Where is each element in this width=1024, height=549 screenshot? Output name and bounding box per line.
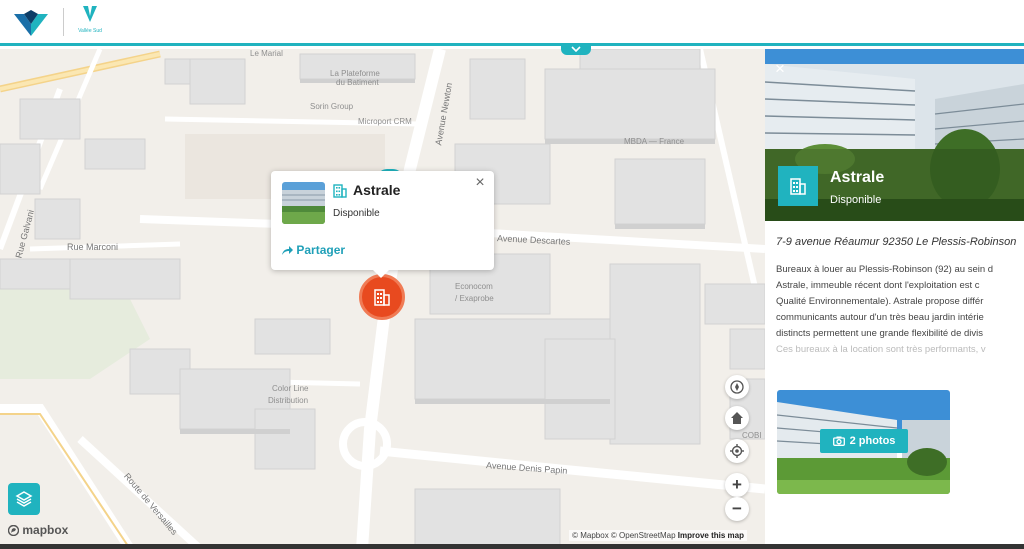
label-le-marial: Le Marial [250,49,283,58]
mapbox-mark-icon [7,525,20,537]
label-plateforme: La Plateforme [330,69,380,78]
building-icon [790,178,806,195]
description-line: communicants autour d'un très beau jardi… [776,312,984,323]
description-line: Qualité Environnementale). Astrale propo… [776,296,984,307]
hero-image: × Astrale Disponible [765,49,1024,221]
home-button[interactable] [725,406,749,430]
bottom-scrollbar[interactable] [0,544,1024,549]
share-label: Partager [296,243,346,257]
label-cobi: COBI [742,431,762,440]
compass-button[interactable] [725,375,749,399]
mapbox-logo-text: mapbox [22,523,69,537]
label-color-line: Color Line [272,384,309,393]
description-line: distincts permettent une grande flexibil… [776,328,984,339]
building-icon [333,184,347,198]
panel-building-badge [778,166,818,206]
improve-map-link[interactable]: Improve this map [678,531,744,540]
mapbox-logo[interactable]: mapbox [7,523,69,537]
label-rue-marconi: Rue Marconi [67,242,119,252]
vallee-sud-emblem-icon[interactable] [14,10,48,36]
label-distribution: Distribution [268,396,309,405]
label-econocom: Econocom [455,282,493,291]
description-line: Astrale, immeuble récent dont l'exploita… [776,280,980,291]
layers-icon [15,491,33,507]
popup-status: Disponible [333,208,380,219]
app-root: Vallée Sud Le Marial La Plateforme du Ba… [0,0,1024,549]
zoom-out-button[interactable]: − [725,497,749,521]
share-button[interactable]: Partager [282,243,345,257]
compass-icon [730,380,744,394]
popup-thumbnail[interactable] [282,182,325,224]
attribution-mapbox-link[interactable]: © Mapbox [572,531,609,540]
astrale-marker[interactable] [359,274,405,320]
partner-logo-text: Vallée Sud [78,28,102,34]
locate-icon [730,444,744,458]
building-icon [374,289,390,306]
chevron-down-icon [571,46,581,53]
photos-label: 2 photos [849,435,896,447]
map-canvas[interactable]: Le Marial La Plateforme du Batiment Sori… [0,49,765,549]
home-icon [731,412,743,424]
locate-button[interactable] [725,439,749,463]
popup-close-icon[interactable]: × [472,175,488,191]
panel-close-icon[interactable]: × [772,60,788,77]
map-attribution: © Mapbox © OpenStreetMap Improve this ma… [569,530,747,541]
logo-divider [63,8,64,36]
label-sorin: Sorin Group [310,102,354,111]
description-line-faded: Ces bureaux à la location sont très perf… [776,344,986,354]
partner-logo[interactable]: Vallée Sud [77,6,103,36]
panel-description: Bureaux à louer au Plessis-Robinson (92)… [776,262,1024,354]
header-collapse-tab[interactable] [561,45,591,55]
panel-title: Astrale [830,169,885,186]
vallee-sud-v-icon [83,6,97,22]
layers-button[interactable] [8,483,40,515]
top-header: Vallée Sud [0,0,1024,46]
panel-status: Disponible [830,194,882,206]
detail-panel: × Astrale Disponible 7-9 avenue Réaumur … [765,49,1024,549]
label-exaprobe: / Exaprobe [455,294,494,303]
marker-popup: Astrale Disponible × Partager [271,171,494,278]
label-plateforme-2: du Batiment [336,78,379,87]
photo-gallery-thumbnail[interactable]: 2 photos [777,390,950,494]
description-line: Bureaux à louer au Plessis-Robinson (92)… [776,264,994,275]
popup-title: Astrale [353,182,401,198]
camera-icon [832,436,845,446]
panel-address: 7-9 avenue Réaumur 92350 Le Plessis-Robi… [776,236,1017,248]
photos-button[interactable]: 2 photos [820,429,908,453]
share-arrow-icon [282,246,293,256]
attribution-osm-link[interactable]: © OpenStreetMap [611,531,676,540]
label-mbda: MBDA — France [624,137,685,146]
zoom-in-button[interactable]: + [725,473,749,497]
label-microport: Microport CRM [358,117,412,126]
